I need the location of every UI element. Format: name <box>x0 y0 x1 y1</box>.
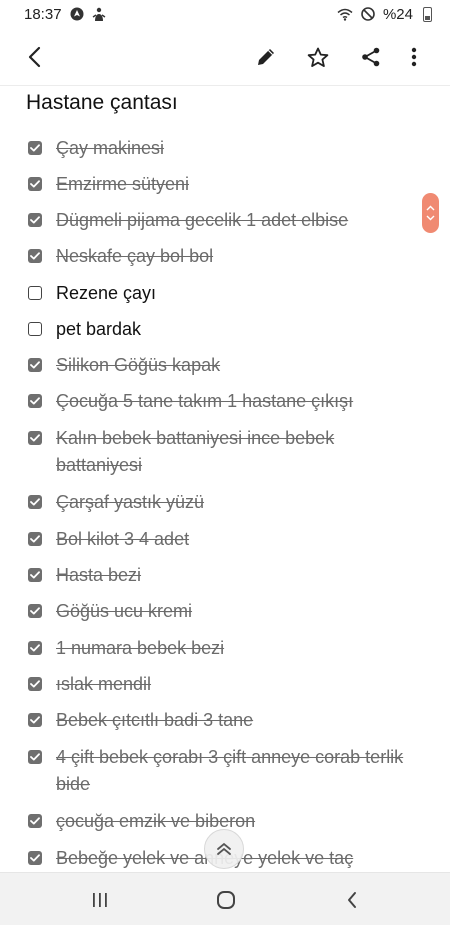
checkbox-checked-icon[interactable] <box>28 177 42 191</box>
share-icon[interactable] <box>356 42 386 72</box>
checklist-item-text[interactable]: ıslak mendil <box>56 671 151 698</box>
checklist-item[interactable]: Bol kilot 3 4 adet <box>28 529 408 553</box>
recent-apps-icon[interactable] <box>80 886 120 914</box>
battery-icon <box>423 6 432 22</box>
checklist-item[interactable]: Dügmeli pijama gecelik 1 adet elbise <box>28 210 408 234</box>
status-time: 18:37 <box>24 5 62 23</box>
checklist-item[interactable]: Bebek çıtcıtlı badi 3 tane <box>28 710 408 734</box>
checkbox-checked-icon[interactable] <box>28 358 42 372</box>
checkbox-checked-icon[interactable] <box>28 677 42 691</box>
star-icon[interactable] <box>303 42 333 72</box>
fast-scroll-handle[interactable] <box>422 193 439 233</box>
checklist-item[interactable]: Emzirme sütyeni <box>28 174 408 198</box>
status-left: 18:37 <box>24 6 106 23</box>
navigation-icon <box>70 7 84 21</box>
checklist-item-text[interactable]: Göğüs ucu kremi <box>56 598 192 625</box>
back-icon[interactable] <box>332 886 372 914</box>
checkbox-checked-icon[interactable] <box>28 641 42 655</box>
more-vert-icon[interactable] <box>399 42 429 72</box>
double-chevron-up-icon <box>217 842 231 855</box>
checklist-item[interactable]: ıslak mendil <box>28 674 408 698</box>
checkbox-unchecked-icon[interactable] <box>28 286 42 300</box>
checklist-item-text[interactable]: 4 çift bebek çorabı 3 çift anneye corab … <box>56 744 408 798</box>
scroll-up-chevron-icon <box>426 205 435 211</box>
checkbox-checked-icon[interactable] <box>28 713 42 727</box>
checklist-item[interactable]: Hasta bezi <box>28 565 408 589</box>
checkbox-checked-icon[interactable] <box>28 141 42 155</box>
checklist-item[interactable]: Silikon Göğüs kapak <box>28 355 408 379</box>
checklist-item-text[interactable]: Hasta bezi <box>56 562 141 589</box>
checklist-item[interactable]: Rezene çayı <box>28 283 408 307</box>
checkbox-checked-icon[interactable] <box>28 431 42 445</box>
note-content: Hastane çantası Çay makinesi Emzirme süty… <box>0 86 450 872</box>
checklist-item[interactable]: Çay makinesi <box>28 138 408 162</box>
do-not-disturb-icon <box>361 7 375 21</box>
checklist-item[interactable]: pet bardak <box>28 319 408 343</box>
note-title[interactable]: Hastane çantası <box>26 91 178 115</box>
checklist-item[interactable]: Neskafe çay bol bol <box>28 246 408 270</box>
checkbox-checked-icon[interactable] <box>28 814 42 828</box>
status-right: %24 <box>337 6 432 23</box>
checkbox-checked-icon[interactable] <box>28 604 42 618</box>
checklist-item[interactable]: Göğüs ucu kremi <box>28 601 408 625</box>
screen: 18:37 %24 Hastane çantası Çay makinesi E… <box>0 0 450 925</box>
checklist-item[interactable]: Kalın bebek battaniyesi ince bebek batta… <box>28 428 408 479</box>
checklist-item-text[interactable]: Emzirme sütyeni <box>56 171 189 198</box>
wifi-icon <box>337 8 353 21</box>
checkbox-checked-icon[interactable] <box>28 568 42 582</box>
scroll-to-top-button[interactable] <box>204 829 244 869</box>
checkbox-checked-icon[interactable] <box>28 249 42 263</box>
scroll-down-chevron-icon <box>426 215 435 221</box>
checklist-item[interactable]: 4 çift bebek çorabı 3 çift anneye corab … <box>28 747 408 798</box>
checklist-item[interactable]: Çarşaf yastık yüzü <box>28 492 408 516</box>
status-bar: 18:37 %24 <box>0 0 450 28</box>
checklist-item-text[interactable]: Rezene çayı <box>56 280 156 307</box>
checklist-item-text[interactable]: pet bardak <box>56 316 141 343</box>
checklist-item-text[interactable]: Bebek çıtcıtlı badi 3 tane <box>56 707 253 734</box>
checkbox-checked-icon[interactable] <box>28 213 42 227</box>
back-arrow-icon[interactable] <box>20 42 50 72</box>
checklist-item-text[interactable]: Dügmeli pijama gecelik 1 adet elbise <box>56 207 348 234</box>
checklist-item-text[interactable]: Çay makinesi <box>56 135 164 162</box>
toolbar <box>0 28 450 86</box>
home-icon[interactable] <box>206 886 246 914</box>
checklist-item-text[interactable]: Silikon Göğüs kapak <box>56 352 220 379</box>
checkbox-checked-icon[interactable] <box>28 851 42 865</box>
checkbox-checked-icon[interactable] <box>28 394 42 408</box>
checkbox-checked-icon[interactable] <box>28 532 42 546</box>
checklist-item-text[interactable]: 1 numara bebek bezi <box>56 635 224 662</box>
checklist-item-text[interactable]: Çarşaf yastık yüzü <box>56 489 204 516</box>
battery-percent: %24 <box>382 5 413 23</box>
checkbox-checked-icon[interactable] <box>28 495 42 509</box>
pencil-icon[interactable] <box>251 42 281 72</box>
checkbox-unchecked-icon[interactable] <box>28 322 42 336</box>
navigation-bar <box>0 872 450 925</box>
checklist-item-text[interactable]: Neskafe çay bol bol <box>56 243 213 270</box>
notification-icon <box>92 7 106 22</box>
checklist-item-text[interactable]: Çocuğa 5 tane takım 1 hastane çıkışı <box>56 388 353 415</box>
checkbox-checked-icon[interactable] <box>28 750 42 764</box>
checklist-item-text[interactable]: Kalın bebek battaniyesi ince bebek batta… <box>56 425 408 479</box>
checklist-item[interactable]: Çocuğa 5 tane takım 1 hastane çıkışı <box>28 391 408 415</box>
checklist-item-text[interactable]: Bol kilot 3 4 adet <box>56 526 189 553</box>
checklist-item[interactable]: 1 numara bebek bezi <box>28 638 408 662</box>
